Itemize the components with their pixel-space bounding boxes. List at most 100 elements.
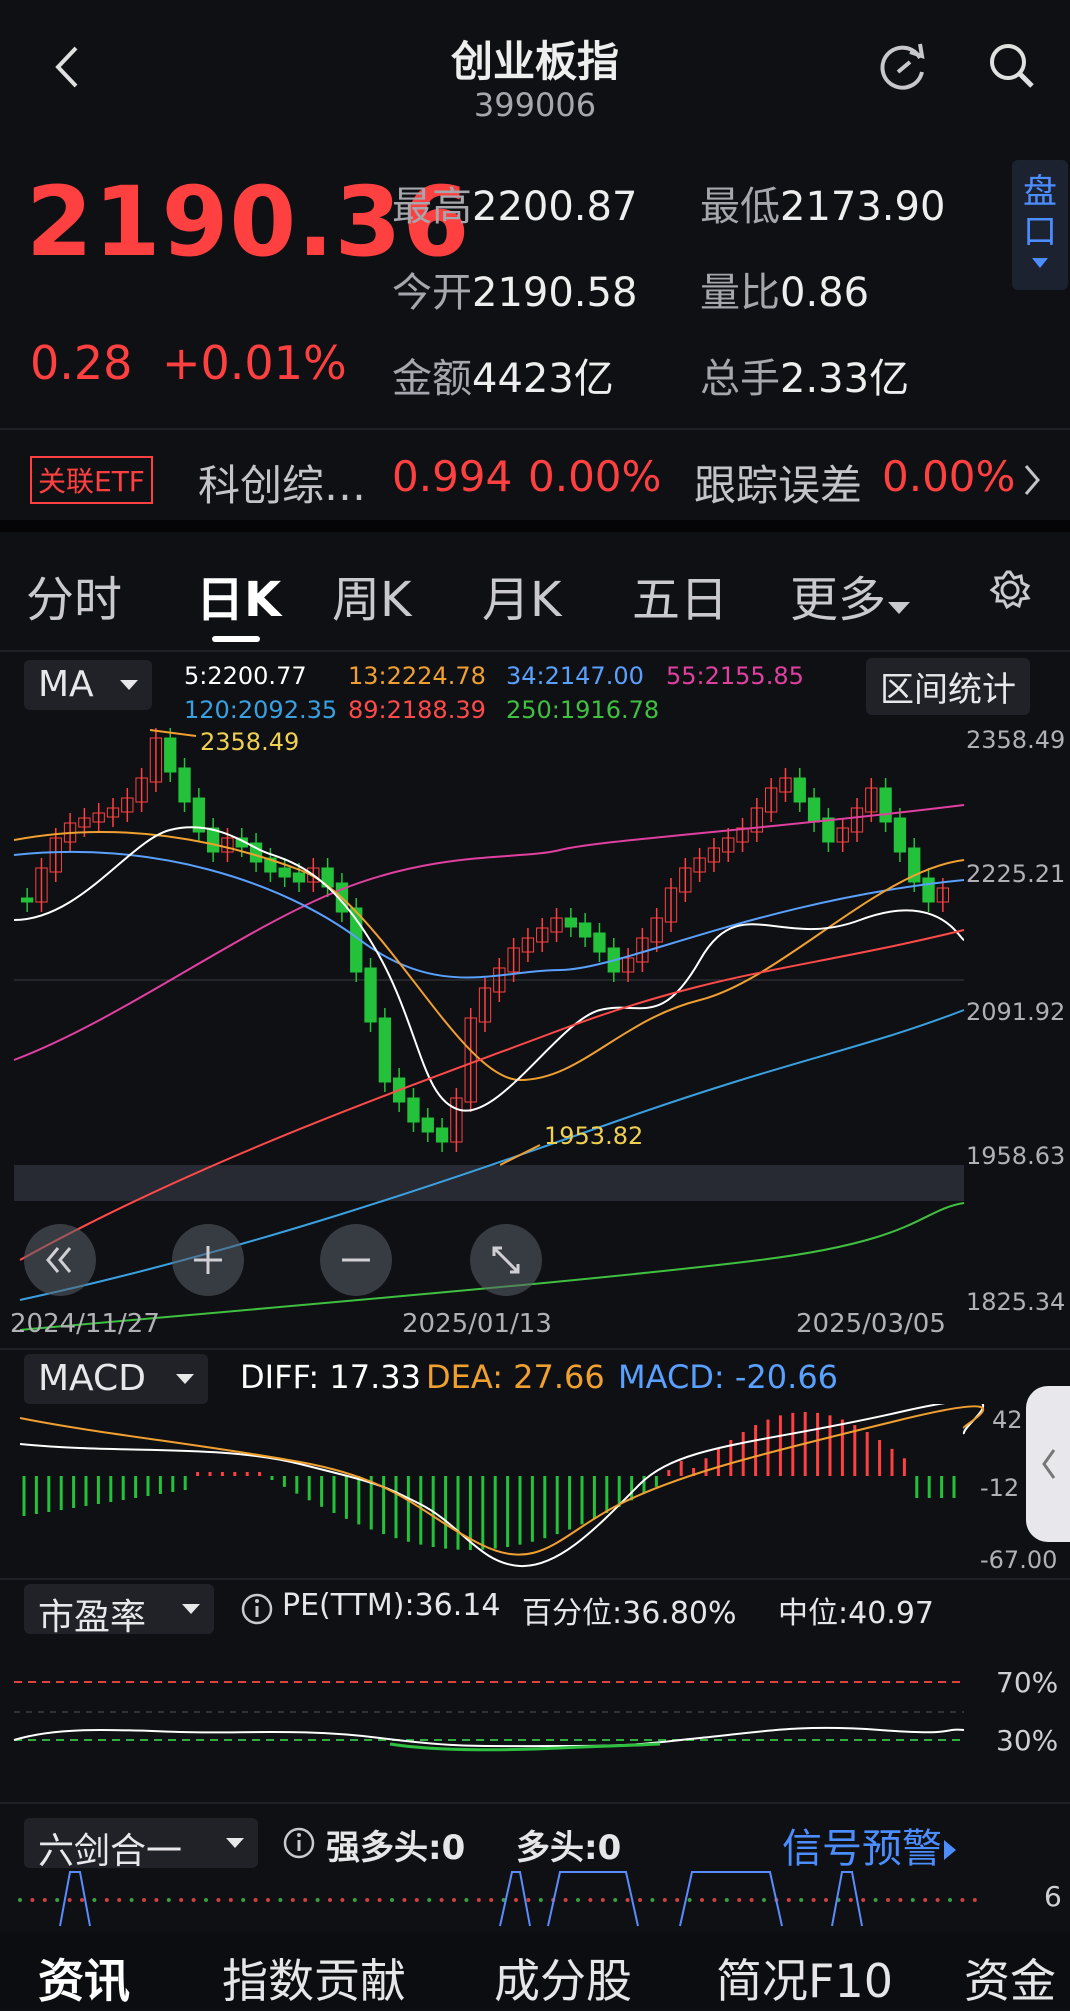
caret-down-icon bbox=[120, 680, 138, 690]
signal-dot bbox=[92, 1898, 97, 1902]
fullscreen-button[interactable] bbox=[470, 1224, 542, 1296]
signal-dot bbox=[737, 1898, 742, 1902]
signal-dot bbox=[315, 1898, 320, 1902]
low-marker: 1953.82 bbox=[544, 1122, 643, 1150]
macd-chart[interactable]: 42 -12 -67.00 bbox=[0, 1404, 1070, 1574]
candle-body bbox=[807, 797, 821, 823]
signal-dot bbox=[675, 1898, 680, 1902]
signal-dot bbox=[576, 1898, 580, 1902]
candle-body bbox=[421, 1117, 434, 1133]
signal-dot bbox=[278, 1898, 283, 1902]
signal-dot bbox=[662, 1898, 667, 1902]
signal-dot bbox=[514, 1898, 518, 1902]
signal-dot bbox=[377, 1898, 382, 1902]
signal-dot bbox=[588, 1898, 593, 1902]
signal-dot bbox=[104, 1898, 109, 1902]
divider bbox=[0, 650, 1070, 652]
etf-price: 0.994 bbox=[392, 452, 513, 501]
signal-dot bbox=[786, 1898, 791, 1902]
signal-dot bbox=[303, 1898, 308, 1902]
candle-body bbox=[893, 817, 907, 853]
signal-dot bbox=[30, 1898, 35, 1902]
tracking-error-label: 跟踪误差 bbox=[694, 461, 863, 510]
chevron-right-icon[interactable] bbox=[1020, 460, 1044, 504]
bottom-tab-news[interactable]: 资讯 bbox=[38, 1945, 130, 2011]
info-icon[interactable] bbox=[282, 1826, 316, 1860]
candle-body bbox=[21, 897, 34, 903]
signal-dot bbox=[204, 1898, 208, 1902]
signal-dot bbox=[253, 1898, 258, 1902]
caret-right-icon bbox=[944, 1840, 956, 1860]
side-drawer-handle[interactable] bbox=[1026, 1386, 1070, 1542]
signal-dot bbox=[563, 1898, 568, 1902]
six-in-one-chart[interactable]: 6 bbox=[0, 1866, 1070, 1936]
signal-dot bbox=[241, 1898, 246, 1902]
pe-chart[interactable]: 70% 30% bbox=[0, 1640, 1070, 1780]
stat-total-hands: 总手2.33亿 bbox=[700, 356, 910, 402]
refresh-icon[interactable] bbox=[876, 38, 932, 94]
ma-legend-13: 13:2224.78 bbox=[348, 662, 486, 690]
tab-five-day[interactable]: 五日 bbox=[632, 560, 728, 630]
high-marker: 2358.49 bbox=[200, 728, 299, 756]
zoom-in-button[interactable] bbox=[172, 1224, 244, 1296]
tab-more[interactable]: 更多 bbox=[790, 560, 912, 630]
plus-icon bbox=[194, 1246, 222, 1274]
order-book-button[interactable]: 盘口 bbox=[1012, 160, 1068, 290]
tab-monthly-k[interactable]: 月K bbox=[482, 560, 561, 630]
signal-dot bbox=[712, 1898, 717, 1902]
bottom-tab-funds[interactable]: 资金 bbox=[964, 1945, 1056, 2011]
price-change-pct: +0.01% bbox=[162, 336, 347, 390]
signal-dot bbox=[266, 1898, 270, 1902]
signal-dot bbox=[873, 1898, 878, 1902]
caret-down-icon bbox=[1032, 258, 1048, 268]
chevron-left-icon bbox=[1042, 1449, 1056, 1479]
tab-intraday[interactable]: 分时 bbox=[26, 560, 122, 630]
settings-icon[interactable] bbox=[986, 566, 1034, 614]
etf-pct: 0.00% bbox=[528, 452, 662, 501]
signal-dot bbox=[650, 1898, 655, 1902]
bottom-tab-contribution[interactable]: 指数贡献 bbox=[222, 1945, 406, 2011]
signal-dot bbox=[600, 1898, 605, 1902]
ma-legend-55: 55:2155.85 bbox=[666, 662, 804, 690]
candle-body bbox=[278, 867, 291, 878]
candle-body bbox=[879, 787, 892, 823]
macd-selector[interactable]: MACD bbox=[24, 1354, 208, 1404]
search-icon[interactable] bbox=[984, 38, 1040, 94]
y-tick: 2225.21 bbox=[966, 860, 1065, 888]
divider bbox=[0, 428, 1070, 430]
macd-value: MACD: -20.66 bbox=[618, 1358, 839, 1396]
candle-body bbox=[364, 967, 377, 1023]
signal-dot bbox=[228, 1898, 233, 1902]
info-icon[interactable] bbox=[240, 1592, 274, 1626]
ma-selector[interactable]: MA bbox=[24, 660, 152, 710]
pe-percentile: 百分位:36.80% bbox=[522, 1596, 737, 1631]
signal-dot bbox=[538, 1898, 543, 1902]
signal-dot bbox=[328, 1898, 332, 1902]
signal-dot bbox=[390, 1898, 394, 1902]
zoom-out-button[interactable] bbox=[320, 1224, 392, 1296]
expand-icon bbox=[492, 1246, 520, 1274]
signal-dot bbox=[80, 1898, 84, 1902]
bottom-tab-f10[interactable]: 简况F10 bbox=[716, 1945, 893, 2011]
signal-dot bbox=[700, 1898, 704, 1902]
six-in-one-selector[interactable]: 六剑合一 bbox=[24, 1818, 258, 1872]
signal-dot bbox=[972, 1898, 977, 1902]
y-tick: 2091.92 bbox=[966, 998, 1065, 1026]
long-count: 多头:0 bbox=[516, 1828, 622, 1868]
x-tick: 2025/03/05 bbox=[796, 1309, 946, 1339]
price-change: 0.28 bbox=[30, 336, 133, 390]
signal-dot bbox=[179, 1898, 184, 1902]
tab-daily-k[interactable]: 日K bbox=[196, 560, 281, 630]
section-gap bbox=[0, 520, 1070, 532]
signal-dot bbox=[724, 1898, 729, 1902]
candle-body bbox=[564, 917, 578, 928]
scroll-left-button[interactable] bbox=[24, 1224, 96, 1296]
range-stats-button[interactable]: 区间统计 bbox=[866, 658, 1030, 715]
bottom-tab-constituents[interactable]: 成分股 bbox=[494, 1945, 632, 2011]
tab-weekly-k[interactable]: 周K bbox=[332, 560, 411, 630]
pe-selector[interactable]: 市盈率 bbox=[24, 1584, 214, 1638]
signal-dot bbox=[290, 1898, 295, 1902]
etf-name[interactable]: 科创综… bbox=[198, 452, 366, 513]
candle-body bbox=[579, 922, 592, 938]
signal-dot bbox=[625, 1898, 630, 1902]
